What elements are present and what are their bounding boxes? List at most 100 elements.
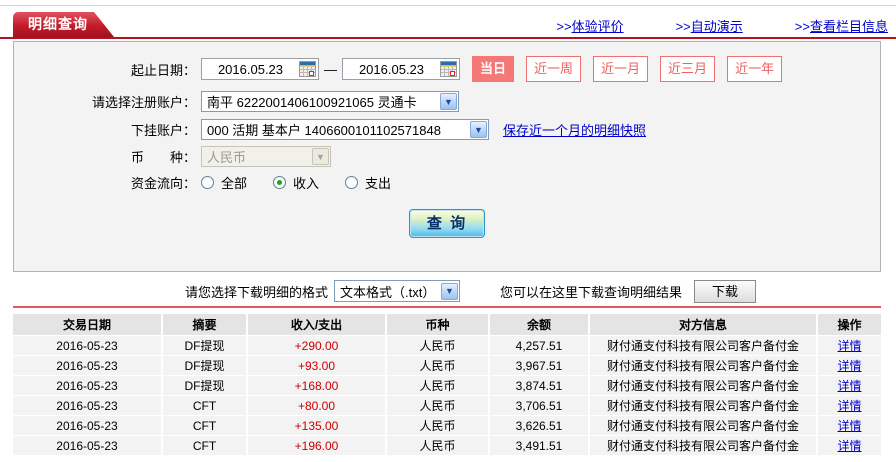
- sub-account-label: 下挂账户：: [130, 123, 196, 138]
- cell-date: 2016-05-23: [13, 356, 163, 375]
- cell-amount: +93.00: [248, 356, 387, 375]
- cell-summary: DF提现: [163, 356, 248, 375]
- top-link-3[interactable]: >>查看栏目信息: [795, 16, 888, 35]
- flow-label: 资金流向：: [130, 175, 196, 191]
- top-links: >>体验评价 >>自动演示 >>查看栏目信息: [556, 16, 888, 35]
- download-row: 请您选择下载明细的格式 文本格式（.txt） ▼ 您可以在这里下载查询明细结果 …: [0, 279, 896, 303]
- table-row: 2016-05-23 CFT +196.00 人民币 3,491.51 财付通支付科技有限…: [13, 436, 881, 456]
- chevron-down-icon: ▼: [441, 282, 459, 300]
- download-button[interactable]: 下载: [694, 279, 757, 303]
- flow-option-label: 全部: [221, 175, 248, 191]
- currency-row: 币 种： 人民币 ▼: [14, 145, 880, 168]
- cell-counterparty: 财付通支付科技有限公司客户备付金: [590, 376, 818, 395]
- detail-link[interactable]: 详情: [837, 417, 861, 434]
- cell-balance: 3,491.51: [490, 436, 590, 455]
- download-format-label: 请您选择下载明细的格式: [185, 284, 329, 300]
- cell-currency: 人民币: [387, 436, 490, 455]
- flow-option[interactable]: 收入: [273, 173, 319, 192]
- header-cell-counterparty: 对方信息: [590, 314, 818, 335]
- date-separator: —: [324, 61, 337, 77]
- cell-currency: 人民币: [387, 396, 490, 415]
- cell-balance: 3,626.51: [490, 416, 590, 435]
- radio-checked-icon: [273, 175, 287, 189]
- cell-action: 详情: [818, 336, 881, 355]
- query-form-panel: 起止日期： 2016.05.23 — 2016.05.23 当日 近一周 近一月…: [13, 41, 881, 272]
- header-cell-currency: 币种: [387, 314, 490, 335]
- cell-currency: 人民币: [387, 336, 490, 355]
- top-link-2[interactable]: >>自动演示: [676, 16, 743, 35]
- date-range-label: 起止日期：: [130, 62, 196, 78]
- top-link-1[interactable]: >>体验评价: [556, 16, 623, 35]
- flow-option[interactable]: 全部: [201, 173, 247, 192]
- cell-balance: 3,967.51: [490, 356, 590, 375]
- cell-date: 2016-05-23: [13, 396, 163, 415]
- download-hint: 您可以在这里下载查询明细结果: [500, 284, 683, 300]
- cell-action: 详情: [818, 376, 881, 395]
- sub-account-select-value: 000 活期 基本户 1406600101102571848: [207, 123, 441, 138]
- table-row: 2016-05-23 DF提现 +168.00 人民币 3,874.51 财付通支付科技有…: [13, 376, 881, 396]
- table-header-row: 交易日期 摘要 收入/支出 币种 余额 对方信息 操作: [13, 314, 881, 336]
- cell-summary: DF提现: [163, 376, 248, 395]
- cell-counterparty: 财付通支付科技有限公司客户备付金: [590, 416, 818, 435]
- cell-currency: 人民币: [387, 376, 490, 395]
- account-row: 请选择注册账户： 南平 6222001406100921065 灵通卡 ▼: [14, 90, 880, 113]
- quick-range-button[interactable]: 近一年: [727, 56, 783, 82]
- quick-range-button[interactable]: 近三月: [660, 56, 716, 82]
- account-label: 请选择注册账户：: [91, 95, 196, 110]
- header-cell-action: 操作: [818, 314, 881, 335]
- table-top-line: [13, 306, 881, 308]
- quick-range-button[interactable]: 当日: [472, 56, 515, 82]
- detail-link[interactable]: 详情: [837, 377, 861, 394]
- detail-link[interactable]: 详情: [837, 437, 861, 454]
- detail-link[interactable]: 详情: [837, 337, 861, 354]
- transactions-table: 交易日期 摘要 收入/支出 币种 余额 对方信息 操作 2016-05-23 DF提现 +290…: [13, 314, 881, 456]
- sub-account-row: 下挂账户： 000 活期 基本户 1406600101102571848 ▼ 保…: [14, 118, 880, 141]
- table-row: 2016-05-23 CFT +80.00 人民币 3,706.51 财付通支付科技有限公…: [13, 396, 881, 416]
- cell-amount: +196.00: [248, 436, 387, 455]
- radio-icon: [345, 175, 359, 189]
- title-underline: [0, 37, 896, 39]
- cell-currency: 人民币: [387, 356, 490, 375]
- start-date-value: 2016.05.23: [217, 61, 284, 77]
- detail-link[interactable]: 详情: [837, 357, 861, 374]
- flow-option-label: 支出: [365, 175, 392, 191]
- quick-range-button[interactable]: 近一月: [593, 56, 649, 82]
- detail-link[interactable]: 详情: [837, 397, 861, 414]
- cell-counterparty: 财付通支付科技有限公司客户备付金: [590, 436, 818, 455]
- account-select[interactable]: 南平 6222001406100921065 灵通卡 ▼: [201, 91, 459, 112]
- end-date-value: 2016.05.23: [358, 61, 425, 77]
- start-date-input[interactable]: 2016.05.23: [201, 58, 319, 80]
- flow-options: 全部 收入 支出: [201, 173, 417, 192]
- download-format-select[interactable]: 文本格式（.txt） ▼: [334, 280, 461, 302]
- page-title: 明细查询: [28, 16, 88, 32]
- calendar-icon[interactable]: [299, 61, 316, 77]
- cell-action: 详情: [818, 396, 881, 415]
- chevron-down-icon: ▼: [440, 93, 457, 110]
- flow-option-label: 收入: [293, 175, 320, 191]
- table-row: 2016-05-23 CFT +135.00 人民币 3,626.51 财付通支付科技有限…: [13, 416, 881, 436]
- cell-amount: +168.00: [248, 376, 387, 395]
- cell-currency: 人民币: [387, 416, 490, 435]
- cell-counterparty: 财付通支付科技有限公司客户备付金: [590, 336, 818, 355]
- chevron-down-icon: ▼: [312, 148, 329, 165]
- sub-account-select[interactable]: 000 活期 基本户 1406600101102571848 ▼: [201, 119, 489, 140]
- flow-row: 资金流向： 全部 收入 支出: [14, 173, 880, 191]
- query-button[interactable]: 查 询: [409, 209, 485, 238]
- cell-action: 详情: [818, 356, 881, 375]
- currency-label: 币 种：: [130, 150, 196, 165]
- page-title-tab: 明细查询: [13, 12, 114, 37]
- table-row: 2016-05-23 DF提现 +93.00 人民币 3,967.51 财付通支付科技有限…: [13, 356, 881, 376]
- account-select-value: 南平 6222001406100921065 灵通卡: [207, 95, 417, 110]
- flow-option[interactable]: 支出: [345, 173, 391, 192]
- end-date-input[interactable]: 2016.05.23: [342, 58, 460, 80]
- table-body: 2016-05-23 DF提现 +290.00 人民币 4,257.51 财付通支付科技有…: [13, 336, 881, 456]
- cell-balance: 3,706.51: [490, 396, 590, 415]
- save-snapshot-link[interactable]: 保存近一个月的明细快照: [503, 120, 646, 139]
- cell-date: 2016-05-23: [13, 376, 163, 395]
- date-range-row: 起止日期： 2016.05.23 — 2016.05.23 当日 近一周 近一月…: [14, 56, 880, 82]
- header-cell-balance: 余额: [490, 314, 590, 335]
- detail-query-page: 明细查询 >>体验评价 >>自动演示 >>查看栏目信息 起止日期： 2016.05.…: [0, 0, 896, 462]
- calendar-icon[interactable]: [440, 61, 457, 77]
- quick-range-button[interactable]: 近一周: [526, 56, 582, 82]
- cell-counterparty: 财付通支付科技有限公司客户备付金: [590, 396, 818, 415]
